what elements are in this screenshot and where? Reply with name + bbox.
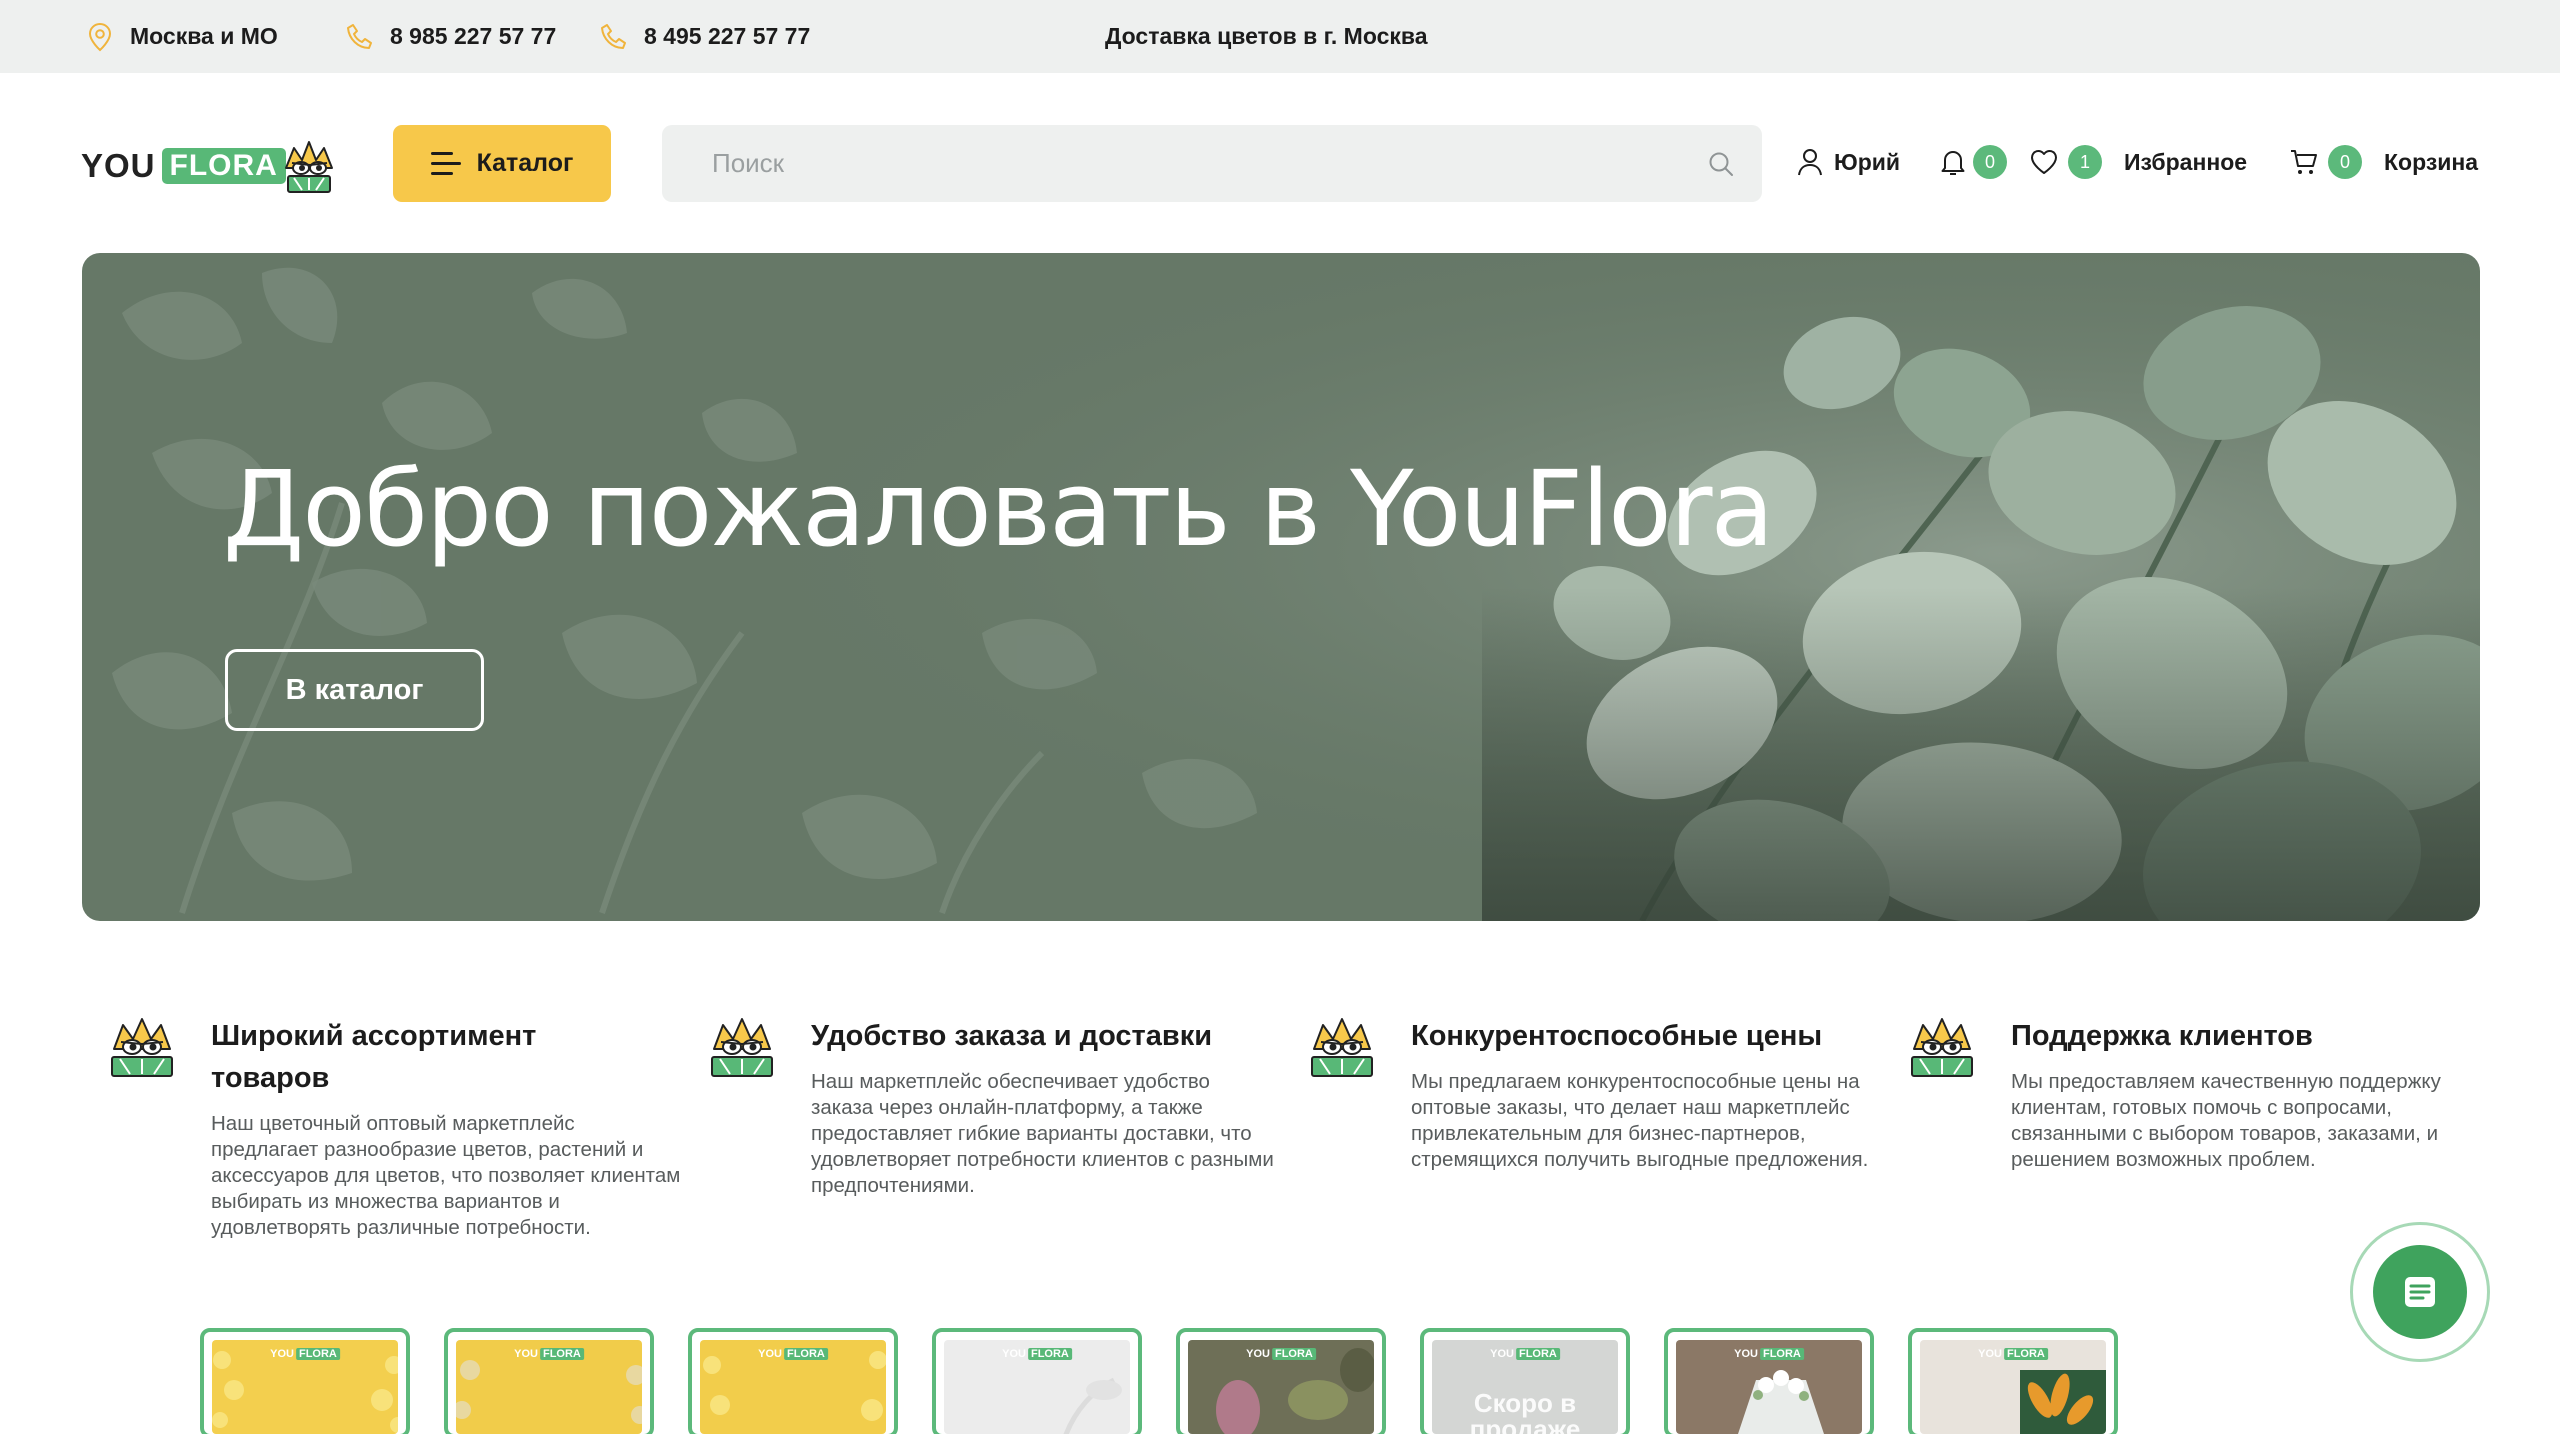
feature-text: Наш цветочный оптовый маркетплейс предла…: [211, 1112, 681, 1239]
category-card[interactable]: YOU FLORA: [932, 1328, 1142, 1434]
category-card[interactable]: YOU FLORA Скоро в продаже: [1420, 1328, 1630, 1434]
flower-mascot-icon: [111, 1018, 173, 1077]
coming-soon-label: Скоро в продаже: [1469, 1388, 1581, 1434]
cart-link[interactable]: 0 Корзина: [2288, 130, 2478, 194]
phone-link-1[interactable]: 8 985 227 57 77: [344, 0, 556, 73]
feature-title: Широкий ассортимент товаров: [211, 1020, 537, 1094]
card-image: YOU FLORA: [1188, 1340, 1374, 1434]
logo-flora-text: FLORA: [161, 148, 286, 184]
hero-eucalyptus-image: [82, 253, 2480, 921]
region-label: Москва и МО: [130, 23, 278, 49]
flower-mascot-icon: [1911, 1018, 1973, 1077]
feature-text: Наш маркетплейс обеспечивает удобство за…: [811, 1070, 1274, 1197]
search-input[interactable]: [662, 125, 1706, 202]
heart-icon: [2030, 149, 2058, 174]
favorites-link[interactable]: 1 Избранное: [2028, 130, 2247, 194]
cart-icon: [2291, 150, 2317, 174]
catalog-button[interactable]: Каталог: [393, 125, 611, 202]
feature-title: Поддержка клиентов: [2011, 1020, 2313, 1052]
catalog-button-label: Каталог: [476, 149, 574, 177]
category-card[interactable]: YOU FLORA: [688, 1328, 898, 1434]
hero-title: Добро пожаловать в YouFlora: [223, 448, 1774, 570]
chat-button[interactable]: [2350, 1222, 2490, 1362]
user-account-link[interactable]: Юрий: [1794, 130, 1900, 194]
hero-banner: Добро пожаловать в YouFlora В каталог: [82, 253, 2480, 921]
user-icon: [1798, 149, 1822, 176]
category-card[interactable]: YOU FLORA: [1176, 1328, 1386, 1434]
chat-button-core: [2373, 1245, 2467, 1339]
location-pin-icon: [88, 22, 112, 51]
card-image: YOU FLORA: [212, 1340, 398, 1434]
flower-mascot-icon: [1311, 1018, 1373, 1077]
category-card[interactable]: YOU FLORA: [1664, 1328, 1874, 1434]
category-card[interactable]: YOU FLORA: [200, 1328, 410, 1434]
phone-icon: [601, 23, 626, 49]
category-card[interactable]: YOU FLORA: [444, 1328, 654, 1434]
notifications-link[interactable]: 0: [1937, 130, 2007, 194]
card-image: YOU FLORA: [456, 1340, 642, 1434]
cart-label: Корзина: [2384, 148, 2479, 175]
phone-2-label: 8 495 227 57 77: [644, 23, 811, 49]
hero-catalog-button[interactable]: В каталог: [225, 649, 484, 731]
feature-text: Мы предлагаем конкурентоспособные цены н…: [1411, 1070, 1869, 1171]
feature-text: Мы предоставляем качественную поддержку …: [2011, 1070, 2441, 1171]
flower-mascot-icon: [284, 141, 333, 193]
delivery-label: Доставка цветов в г. Москва: [1105, 23, 1428, 49]
top-info-bar: Москва и МО 8 985 227 57 77 8 495 227 57…: [0, 0, 2560, 73]
search-icon[interactable]: [1706, 149, 1736, 179]
feature-title: Конкурентоспособные цены: [1411, 1020, 1823, 1052]
card-image: YOU FLORA: [700, 1340, 886, 1434]
card-image: YOU FLORA: [1676, 1340, 1862, 1434]
notifications-badge: 0: [1973, 145, 2007, 179]
region-selector[interactable]: Москва и МО: [84, 0, 278, 73]
card-image: YOU FLORA: [1920, 1340, 2106, 1434]
user-name: Юрий: [1834, 148, 1901, 175]
menu-icon: [430, 151, 461, 176]
feature-title: Удобство заказа и доставки: [811, 1020, 1213, 1052]
delivery-info: Доставка цветов в г. Москва: [1105, 0, 1428, 73]
site-logo[interactable]: YOU FLORA: [81, 138, 363, 194]
logo-you-text: YOU: [81, 147, 156, 184]
card-image: YOU FLORA: [944, 1340, 1130, 1434]
card-logo: YOU FLORA: [1490, 1348, 1560, 1360]
phone-link-2[interactable]: 8 495 227 57 77: [598, 0, 810, 73]
bell-icon: [1941, 151, 1965, 175]
phone-icon: [347, 23, 372, 49]
category-card[interactable]: YOU FLORA: [1908, 1328, 2118, 1434]
flower-mascot-icon: [711, 1018, 773, 1077]
search-bar[interactable]: [662, 125, 1762, 202]
favorites-label: Избранное: [2124, 148, 2248, 175]
phone-1-label: 8 985 227 57 77: [390, 23, 557, 49]
chat-icon: [2405, 1277, 2435, 1307]
card-image: YOU FLORA Скоро в продаже: [1432, 1340, 1618, 1434]
cart-badge: 0: [2328, 145, 2362, 179]
favorites-badge: 1: [2068, 145, 2102, 179]
